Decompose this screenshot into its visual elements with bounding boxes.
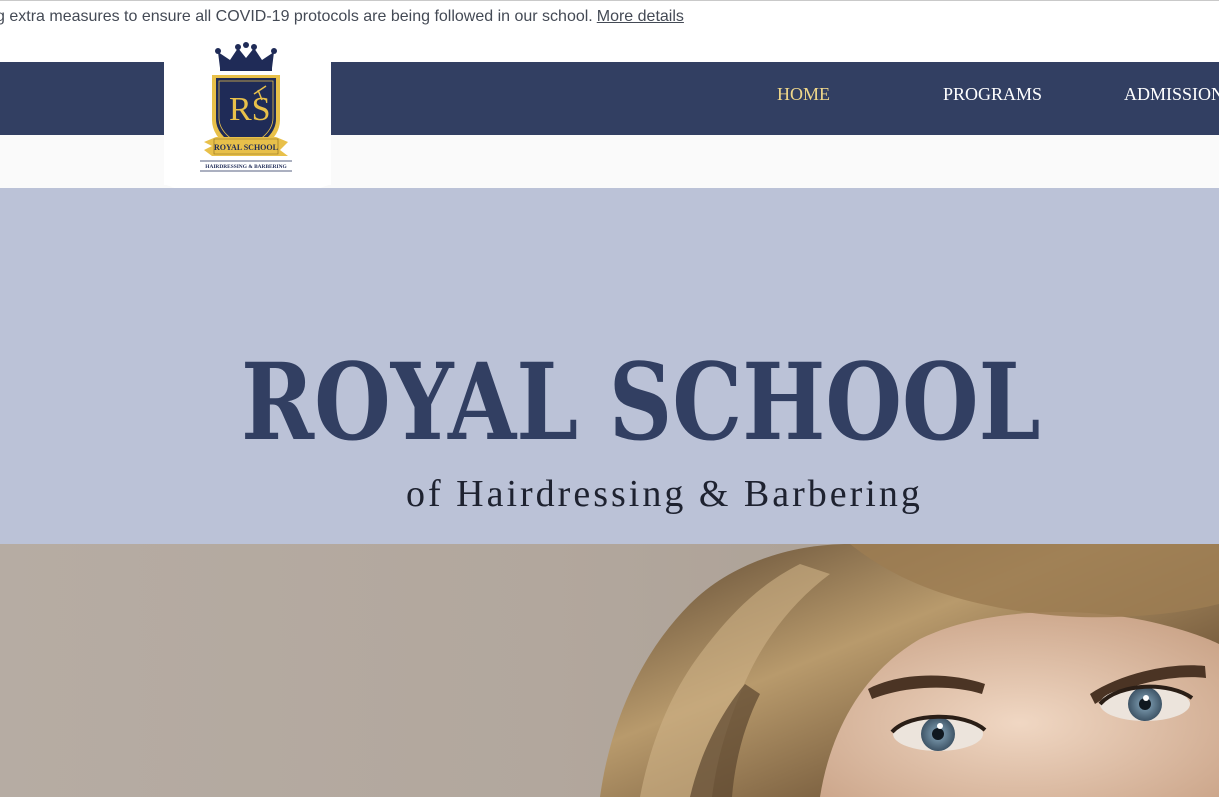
nav-item-admissions[interactable]: ADMISSIONS [1124,62,1219,135]
logo-banner-text: ROYAL SCHOOL [214,143,278,152]
hero-subtitle: of Hairdressing & Barbering [406,473,923,515]
announcement-text: g extra measures to ensure all COVID-19 … [0,8,593,25]
more-details-link[interactable]: More details [597,8,684,25]
hero-photo [0,544,1219,797]
nav-item-home[interactable]: HOME [777,62,830,135]
logo-monogram: RS [229,91,271,128]
royal-school-logo[interactable]: RS ROYAL SCHOOL HAIRDRESSING & BARBERING [196,42,296,176]
top-border [0,0,1219,1]
logo-tagline: HAIRDRESSING & BARBERING [205,164,287,170]
crown-icon [215,42,277,71]
nav-item-programs[interactable]: PROGRAMS [943,62,1042,135]
covid-announcement: g extra measures to ensure all COVID-19 … [0,6,684,28]
hero-title: ROYAL SCHOOL [241,339,1041,464]
